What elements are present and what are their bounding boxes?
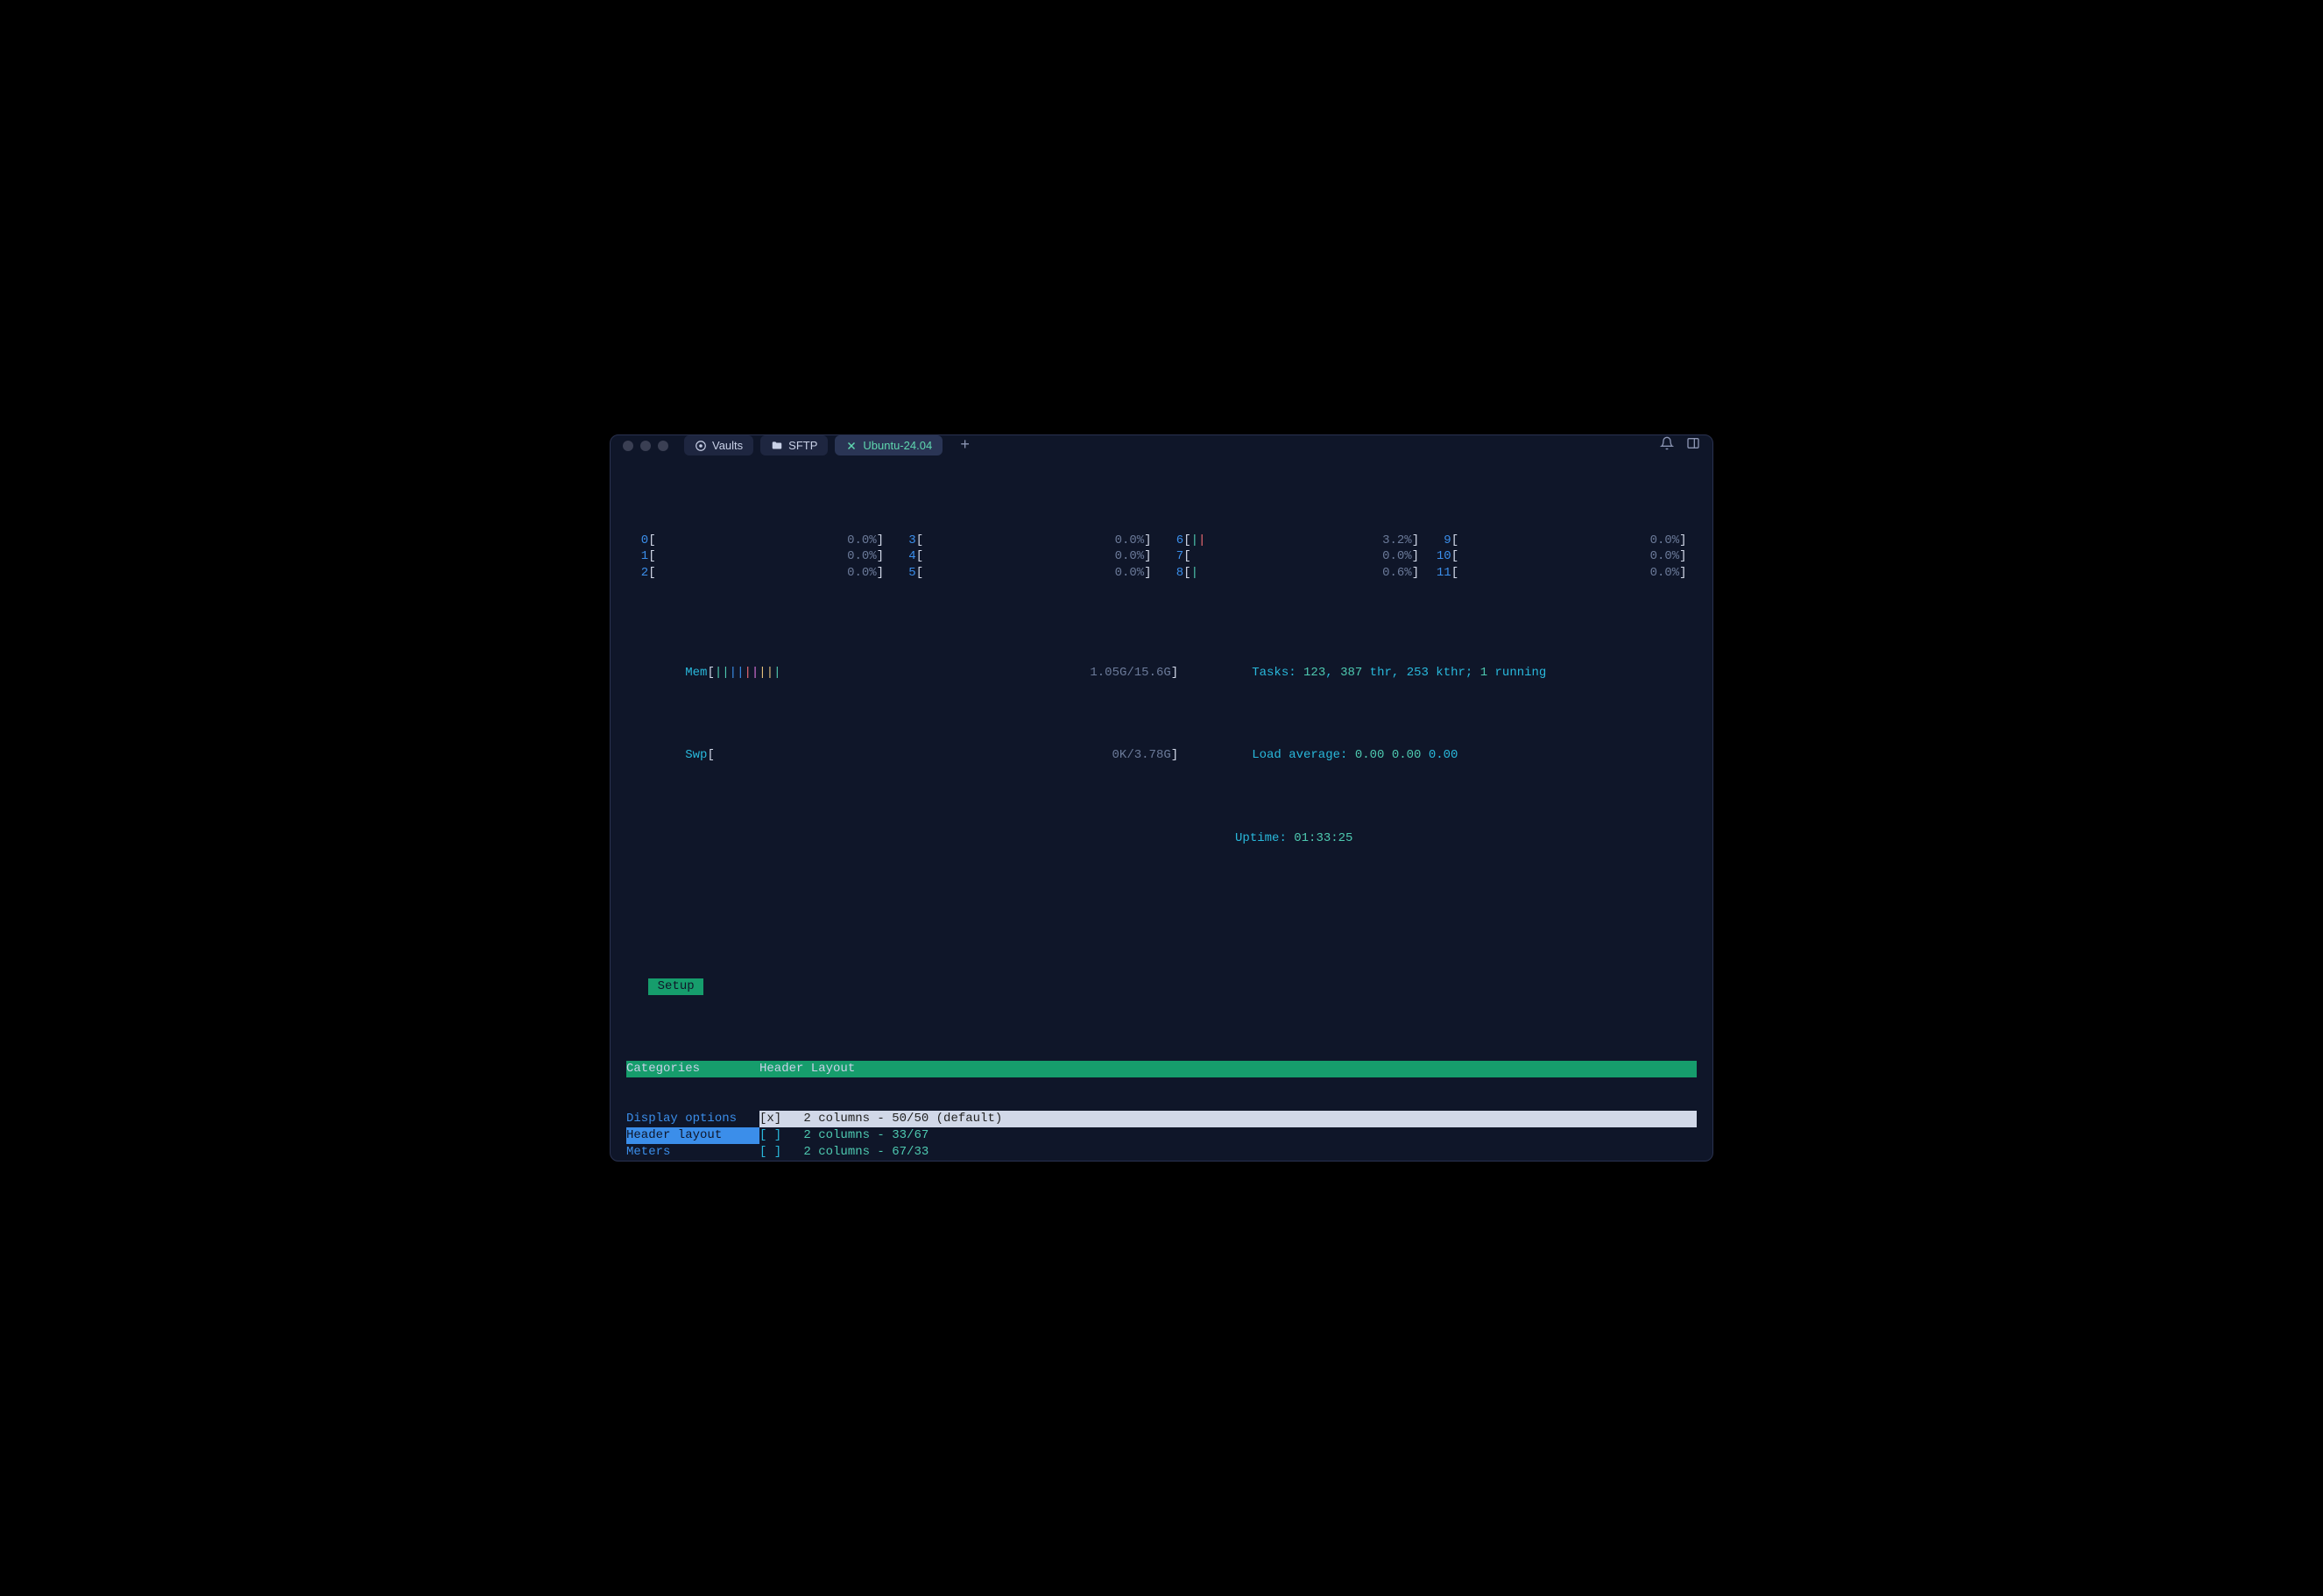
- terminal-output: 0[ 0.0%] 3[ 0.0%] 6[|| 3.2%] 9[ 0.0%] 1[…: [611, 455, 1712, 1162]
- notifications-icon[interactable]: [1660, 436, 1674, 455]
- tabs-bar: Vaults SFTP Ubuntu-24.04: [684, 435, 943, 455]
- categories-panel: Categories Display optionsHeader layoutM…: [626, 1028, 759, 1162]
- layout-option-label: 2 columns - 33/67: [781, 1128, 928, 1142]
- swp-value: 0K/3.78G: [1112, 748, 1171, 762]
- category-item-meters[interactable]: Meters: [626, 1144, 759, 1161]
- checkbox-icon: [ ]: [759, 1128, 781, 1142]
- uptime-value: 01:33:25: [1294, 831, 1352, 845]
- cpu-meter-9: 9[ 0.0%]: [1430, 533, 1698, 549]
- load-15: 0.00: [1429, 748, 1458, 762]
- folder-icon: [771, 440, 783, 452]
- tab-vaults[interactable]: Vaults: [684, 435, 753, 455]
- tab-label: Vaults: [712, 439, 743, 452]
- checkbox-icon: [ ]: [759, 1145, 781, 1159]
- categories-header: Categories: [626, 1061, 759, 1077]
- tab-sftp[interactable]: SFTP: [760, 435, 828, 455]
- swp-label: Swp: [685, 748, 707, 762]
- layout-option[interactable]: [ ] 2 columns - 33/67: [759, 1127, 1697, 1144]
- traffic-lights: [623, 441, 668, 451]
- terminal-window: Vaults SFTP Ubuntu-24.04 + 0[ 0.0%] 3[ 0.0…: [610, 434, 1713, 1162]
- tab-label: Ubuntu-24.04: [863, 439, 932, 452]
- layout-option[interactable]: [ ] 2 columns - 67/33: [759, 1144, 1697, 1161]
- kthr-count: 253 kthr;: [1407, 666, 1480, 680]
- close-window-button[interactable]: [623, 441, 633, 451]
- tasks-count: 123: [1303, 666, 1325, 680]
- maximize-window-button[interactable]: [658, 441, 668, 451]
- tab-label: SFTP: [788, 439, 817, 452]
- mem-value: 1.05G/15.6G: [1090, 666, 1170, 680]
- cpu-meter-5: 5[ 0.0%]: [894, 565, 1162, 582]
- layout-option-label: 2 columns - 50/50 (default): [781, 1112, 1002, 1126]
- cpu-meter-3: 3[ 0.0%]: [894, 533, 1162, 549]
- load-label: Load average:: [1252, 748, 1355, 762]
- checkbox-icon: [x]: [759, 1112, 781, 1126]
- options-panel: Header Layout [x] 2 columns - 50/50 (def…: [759, 1028, 1697, 1162]
- running-count: 1: [1480, 666, 1487, 680]
- new-tab-button[interactable]: +: [955, 437, 975, 455]
- layout-option-label: 2 columns - 67/33: [781, 1145, 928, 1159]
- cpu-meter-8: 8[| 0.6%]: [1162, 565, 1430, 582]
- layout-option[interactable]: [ ] 3 columns - 33/34/33: [759, 1161, 1697, 1162]
- cpu-meter-11: 11[ 0.0%]: [1430, 565, 1698, 582]
- cpu-meter-4: 4[ 0.0%]: [894, 548, 1162, 565]
- tasks-label: Tasks:: [1252, 666, 1303, 680]
- cpu-meter-2: 2[ 0.0%]: [626, 565, 894, 582]
- category-item-display-options[interactable]: Display options: [626, 1111, 759, 1127]
- panel-icon[interactable]: [1686, 436, 1700, 455]
- setup-tab: Setup: [648, 978, 703, 995]
- load-5: 0.00: [1392, 748, 1422, 762]
- category-item-header-layout[interactable]: Header layout: [626, 1127, 759, 1144]
- tab-ubuntu-24-04[interactable]: Ubuntu-24.04: [835, 435, 943, 455]
- options-header: Header Layout: [759, 1061, 1697, 1077]
- cpu-meter-1: 1[ 0.0%]: [626, 548, 894, 565]
- cpu-meter-10: 10[ 0.0%]: [1430, 548, 1698, 565]
- uptime-label: Uptime:: [1235, 831, 1294, 845]
- window-titlebar: Vaults SFTP Ubuntu-24.04 +: [611, 435, 1712, 455]
- htop-setup: Setup Categories Display optionsHeader l…: [626, 945, 1697, 1162]
- category-item-screens[interactable]: Screens: [626, 1161, 759, 1162]
- vault-icon: [695, 440, 707, 452]
- minimize-window-button[interactable]: [640, 441, 651, 451]
- threads-count: 387: [1340, 666, 1362, 680]
- cpu-meter-0: 0[ 0.0%]: [626, 533, 894, 549]
- load-1: 0.00: [1355, 748, 1385, 762]
- cpu-meter-7: 7[ 0.0%]: [1162, 548, 1430, 565]
- mem-label: Mem: [685, 666, 707, 680]
- cpu-meter-6: 6[|| 3.2%]: [1162, 533, 1430, 549]
- mem-bar: |||||||||: [715, 666, 781, 680]
- cpu-meters: 0[ 0.0%] 3[ 0.0%] 6[|| 3.2%] 9[ 0.0%] 1[…: [626, 533, 1697, 583]
- layout-option[interactable]: [x] 2 columns - 50/50 (default): [759, 1111, 1697, 1127]
- close-icon: [845, 440, 858, 452]
